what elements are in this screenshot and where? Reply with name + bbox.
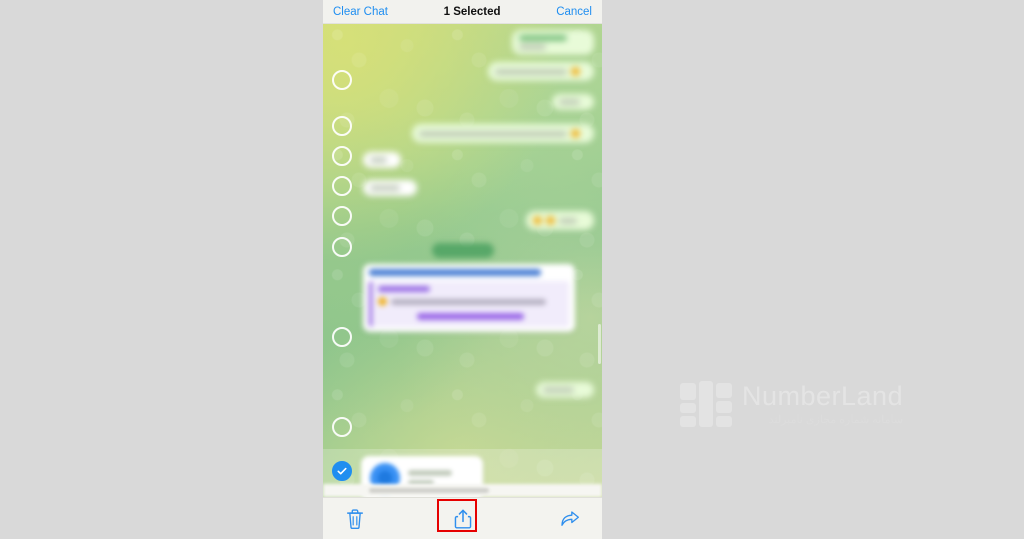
emoji-icon [570,67,580,76]
selection-checkbox[interactable] [332,206,352,226]
forward-button[interactable] [556,505,584,533]
message-input-bar[interactable] [323,484,602,497]
message-bubble-link-preview[interactable] [363,264,575,332]
emoji-icon [378,297,387,306]
emoji-icon [570,129,580,138]
selection-checkbox[interactable] [332,417,352,437]
selection-checkbox[interactable] [332,327,352,347]
selection-checkbox-column [323,24,363,497]
watermark-brand: NumberLand [742,380,904,411]
selection-action-toolbar [323,497,602,539]
clear-chat-button[interactable]: Clear Chat [333,6,388,18]
message-bubble-outgoing[interactable] [536,382,594,398]
selection-checkbox[interactable] [332,146,352,166]
selection-count-title: 1 Selected [443,5,501,18]
chat-message-list[interactable] [323,24,602,497]
message-bubble-outgoing[interactable] [526,211,594,230]
selection-header: Clear Chat 1 Selected Cancel [323,0,602,24]
watermark-subtitle: سامانه شماره مجازی نامبرلند [768,414,904,427]
message-bubble-outgoing[interactable] [412,124,594,143]
trash-icon [347,508,363,529]
numberland-watermark: NumberLand سامانه شماره مجازی نامبرلند [680,372,930,436]
emoji-icon [533,216,542,225]
message-bubble-incoming[interactable] [363,152,401,168]
link-preview-title [369,269,541,276]
link-preview-action-button[interactable] [416,313,525,320]
forward-icon [561,510,579,526]
date-divider-pill [431,243,494,258]
numberland-logo-icon [680,381,732,427]
share-button[interactable] [436,498,477,533]
message-bubble-incoming[interactable] [363,180,417,196]
message-bubble-outgoing[interactable] [552,94,594,110]
share-icon [454,509,471,529]
link-preview-card[interactable] [369,281,569,327]
delete-button[interactable] [341,505,369,533]
selection-checkbox[interactable] [332,237,352,257]
emoji-icon [546,216,555,225]
message-bubble-outgoing[interactable] [488,62,594,81]
message-bubble-outgoing[interactable] [512,30,594,55]
checkmark-icon [337,467,347,475]
cancel-button[interactable]: Cancel [556,6,592,18]
selection-checkbox-checked[interactable] [332,461,352,481]
selection-checkbox[interactable] [332,70,352,90]
phone-screenshot: Clear Chat 1 Selected Cancel [323,0,602,539]
selection-checkbox[interactable] [332,176,352,196]
chat-scrollbar[interactable] [598,324,601,364]
selection-checkbox[interactable] [332,116,352,136]
